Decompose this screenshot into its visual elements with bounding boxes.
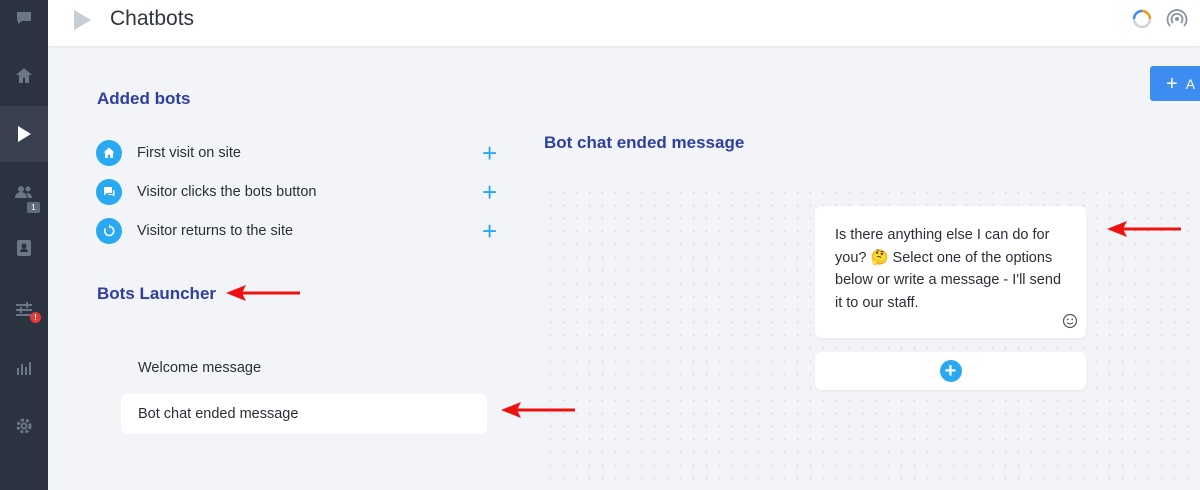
bots-launcher-title: Bots Launcher [97,284,217,303]
chat-icon [17,12,31,24]
bot-row-visitor-clicks[interactable]: Visitor clicks the bots button + [96,177,506,207]
loading-spinner-icon[interactable] [1131,8,1153,30]
launcher-item-welcome[interactable]: Welcome message [121,348,487,388]
red-arrow-icon [226,285,300,301]
bot-row-label: Visitor returns to the site [137,223,294,239]
gear-icon [16,418,32,434]
added-bots-title: Added bots [97,89,191,108]
contacts-icon [17,240,31,256]
play-icon [18,126,31,142]
play-icon [74,10,91,30]
sidebar-item-settings[interactable]: ! [0,282,48,338]
sidebar-item-gear[interactable] [0,398,48,454]
add-bot-button[interactable]: + A [1150,66,1200,101]
sidebar: 1 ! [0,0,48,490]
bar-chart-icon [17,362,31,375]
add-bot-plus-button[interactable]: + [482,140,497,166]
settings-alert-badge: ! [30,312,41,323]
bot-row-label: First visit on site [137,145,241,161]
sidebar-item-contacts[interactable] [0,220,48,276]
bot-message-text[interactable]: Is there anything else I can do for you?… [835,224,1066,314]
emoji-icon[interactable] [1062,313,1078,329]
red-arrow-icon [1107,221,1181,237]
page-title: Chatbots [110,7,195,30]
users-icon [15,186,32,198]
add-bot-plus-button[interactable]: + [482,218,497,244]
add-message-option[interactable]: + [815,352,1086,390]
sidebar-item-chatbots[interactable] [0,106,48,162]
add-bot-label: A [1185,75,1196,92]
chat-bubble-icon [96,179,122,205]
add-bot-plus-button[interactable]: + [482,179,497,205]
refresh-icon [96,218,122,244]
sidebar-item-reports[interactable] [0,340,48,396]
users-count-badge: 1 [27,202,40,213]
add-circle-icon[interactable]: + [939,360,962,382]
launcher-item-chat-ended[interactable]: Bot chat ended message [121,394,487,434]
broadcast-icon[interactable] [1166,8,1188,30]
editor-title: Bot chat ended message [544,133,745,152]
bot-message-card[interactable]: Is there anything else I can do for you?… [815,206,1086,338]
sidebar-item-chat[interactable] [0,0,48,46]
top-header: Chatbots [48,0,1200,46]
plus-icon: + [1166,72,1178,95]
sidebar-item-home[interactable] [0,48,48,104]
sidebar-item-users[interactable]: 1 [0,164,48,220]
home-icon [16,68,32,83]
home-icon [96,140,122,166]
bot-row-visitor-returns[interactable]: Visitor returns to the site + [96,216,506,246]
bot-row-first-visit[interactable]: First visit on site + [96,138,506,168]
bot-row-label: Visitor clicks the bots button [137,184,317,200]
